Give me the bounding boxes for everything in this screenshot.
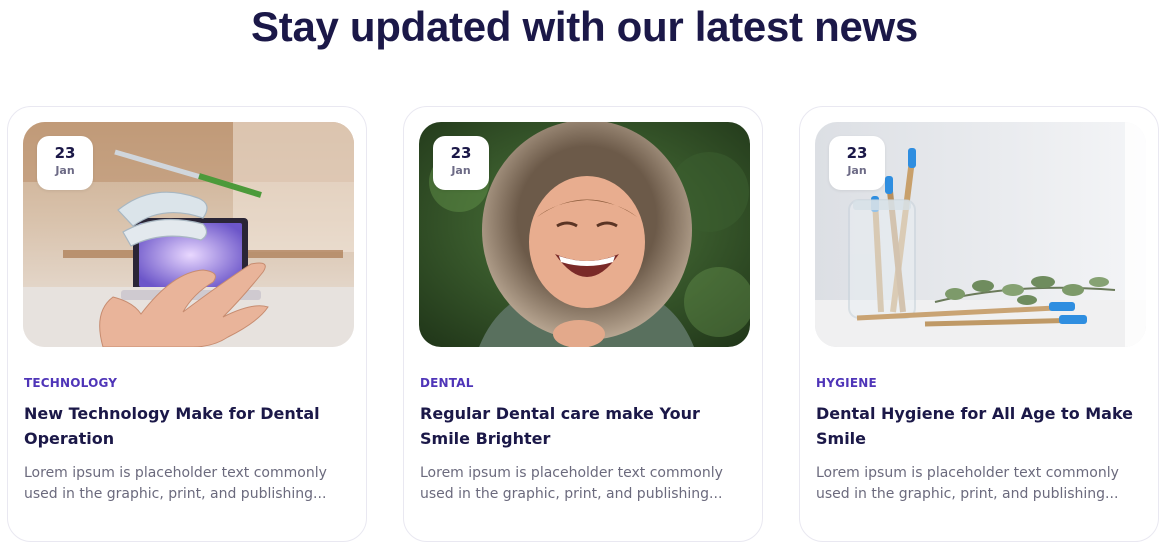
news-card-technology[interactable]: 23 Jan TECHNOLOGY New Technology Make fo… — [7, 106, 367, 542]
date-badge: 23 Jan — [829, 136, 885, 190]
section-title: Stay updated with our latest news — [251, 3, 918, 50]
post-excerpt: Lorem ipsum is placeholder text commonly… — [420, 465, 723, 502]
date-month: Jan — [847, 164, 867, 177]
post-excerpt: Lorem ipsum is placeholder text commonly… — [816, 465, 1119, 502]
news-cards: 23 Jan TECHNOLOGY New Technology Make fo… — [7, 106, 1159, 542]
date-badge: 23 Jan — [37, 136, 93, 190]
post-category[interactable]: HYGIENE — [816, 375, 877, 391]
news-card-dental[interactable]: 23 Jan DENTAL Regular Dental care make Y… — [403, 106, 763, 542]
post-title[interactable]: New Technology Make for Dental Operation — [24, 401, 344, 451]
news-card-hygiene[interactable]: 23 Jan HYGIENE Dental Hygiene for All Ag… — [799, 106, 1159, 542]
date-day: 23 — [846, 144, 868, 162]
date-day: 23 — [54, 144, 76, 162]
post-title[interactable]: Regular Dental care make Your Smile Brig… — [420, 401, 740, 451]
post-category[interactable]: DENTAL — [420, 375, 474, 391]
post-category[interactable]: TECHNOLOGY — [24, 375, 117, 391]
post-excerpt: Lorem ipsum is placeholder text commonly… — [24, 465, 327, 502]
post-image-dental-technology[interactable]: 23 Jan — [23, 122, 354, 347]
post-image-dental-hygiene[interactable]: 23 Jan — [815, 122, 1146, 347]
date-day: 23 — [450, 144, 472, 162]
post-title[interactable]: Dental Hygiene for All Age to Make Smile — [816, 401, 1136, 451]
post-image-dental-care[interactable]: 23 Jan — [419, 122, 750, 347]
date-badge: 23 Jan — [433, 136, 489, 190]
date-month: Jan — [451, 164, 471, 177]
date-month: Jan — [55, 164, 75, 177]
